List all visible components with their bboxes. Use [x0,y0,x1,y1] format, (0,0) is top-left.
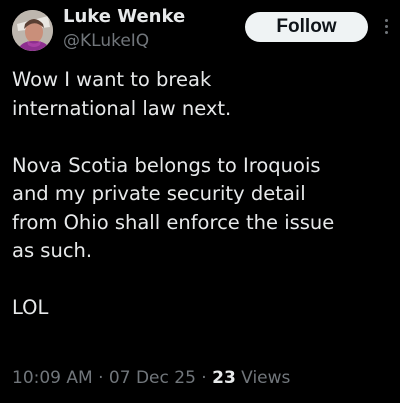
meta-separator: · [92,368,109,388]
views-label: Views [235,368,291,388]
views-count: 23 [212,368,236,388]
more-dot [384,31,388,34]
more-dot [384,25,388,28]
more-dot [384,19,388,22]
follow-button[interactable]: Follow [245,12,368,42]
author-name[interactable]: Luke Wenke [63,6,185,27]
avatar[interactable] [12,10,53,51]
author-handle[interactable]: @KLukeIQ [63,31,149,51]
tweet-card: Luke Wenke @KLukeIQ Follow Wow I want to… [0,0,400,403]
more-vertical-icon[interactable] [383,19,389,37]
tweet-meta: 10:09 AM · 07 Dec 25 · 23 Views [12,368,290,388]
avatar-image [12,10,53,51]
meta-separator: · [195,368,213,388]
tweet-time[interactable]: 10:09 AM [12,368,93,388]
tweet-date[interactable]: 07 Dec 25 [109,368,196,388]
tweet-text: Wow I want to break international law ne… [12,68,335,319]
